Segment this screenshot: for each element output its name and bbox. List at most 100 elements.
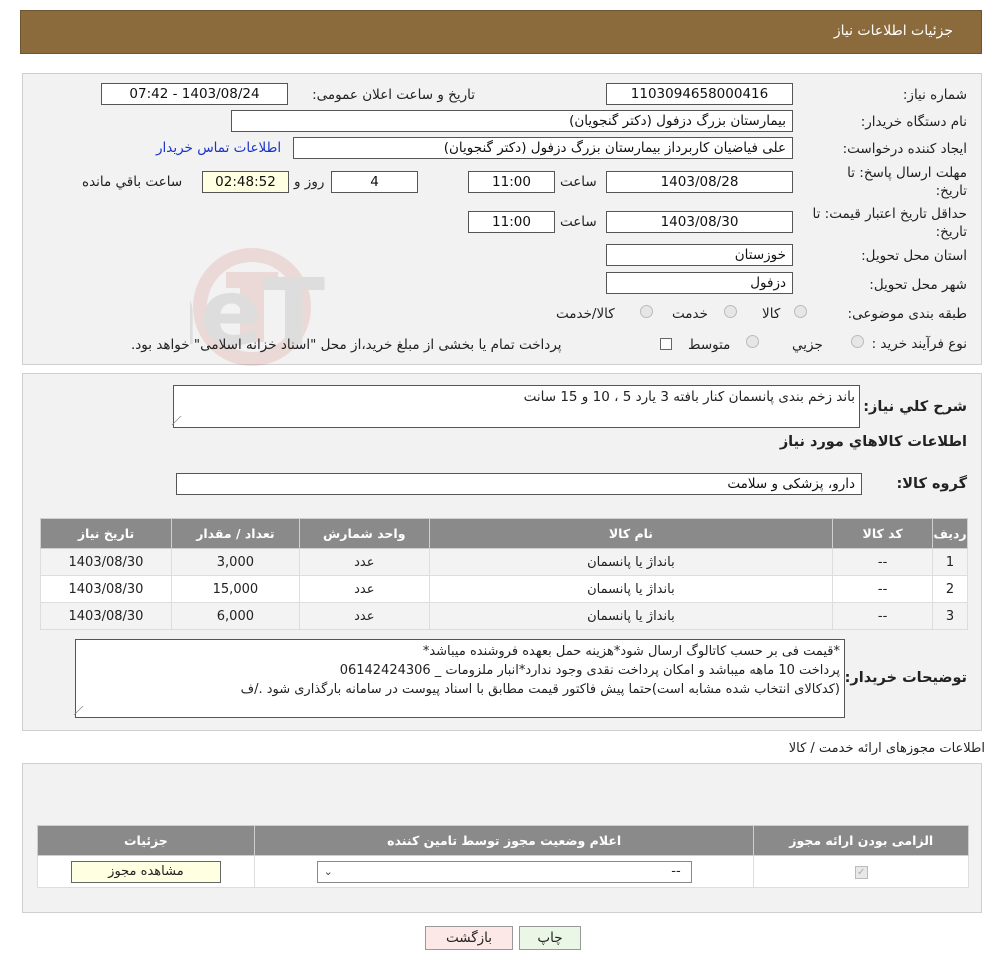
announce-label: تاریخ و ساعت اعلان عمومی: [312,87,475,103]
announce-datetime-field: 1403/08/24 - 07:42 [101,83,288,105]
goods-section-title: اطلاعات کالاهاي مورد نياز [779,434,967,450]
treasury-note: پرداخت تمام یا بخشی از مبلغ خرید،از محل … [131,337,562,353]
cell-date: 1403/08/30 [40,575,172,603]
resize-grip-icon[interactable] [171,416,190,425]
notes-line: (کدکالای انتخاب شده مشابه است)حتما پیش ف… [240,682,840,697]
buyer-notes-label: توضیحات خریدار: [844,670,967,686]
summary-textarea[interactable]: باند زخم بندی پانسمان کنار بافته 3 یارد … [171,385,860,428]
notes-line: پرداخت 10 ماهه میباشد و امکان پرداخت نقد… [339,663,840,678]
back-button[interactable]: بازگشت [425,926,513,950]
cell-qty: 3,000 [170,548,300,576]
process-label: نوع فرآیند خرید : [871,336,967,352]
cell-name: بانداژ یا پانسمان [428,602,834,630]
permits-title: اطلاعات مجوزهای ارائه خدمت / کالا [788,741,985,756]
creator-label: ایجاد کننده درخواست: [842,141,967,157]
table-row: ✓ ⌄ -- مشاهده مجوز [37,855,969,888]
days-label: روز و [294,174,325,190]
cell-code: -- [832,548,934,576]
province-field: خوزستان [606,244,793,266]
page-title: جزئیات اطلاعات نیاز [833,23,953,39]
col-name: نام کالا [428,518,834,549]
summary-label: شرح کلي نیاز: [863,399,967,415]
validity-label-date: تاریخ: [935,224,967,240]
notes-line: *قیمت فی بر حسب کاتالوگ ارسال شود*هزینه … [422,644,840,659]
category-goods-radio[interactable] [794,305,807,318]
table-row: 2 -- بانداژ یا پانسمان عدد 15,000 1403/0… [40,575,968,603]
process-medium-radio[interactable] [746,335,759,348]
table-row: 3 -- بانداژ یا پانسمان عدد 6,000 1403/08… [40,602,968,630]
cell-name: بانداژ یا پانسمان [428,548,834,576]
buyer-field: بیمارستان بزرگ دزفول (دکتر گنجویان) [231,110,793,132]
goods-group-label: گروه کالا: [896,476,967,492]
validity-time-field: 11:00 [468,211,555,233]
deadline-label: مهلت ارسال پاسخ: تا [847,165,967,181]
deadline-time-label: ساعت [560,174,597,190]
category-service-label: خدمت [672,306,708,322]
col-permit-status: اعلام وضعیت مجوز توسط تامین کننده [253,825,755,856]
category-service-radio[interactable] [724,305,737,318]
table-row: 1 -- بانداژ یا پانسمان عدد 3,000 1403/08… [40,548,968,576]
col-qty: تعداد / مقدار [170,518,300,549]
process-minor-label: جزیي [792,337,823,353]
buyer-label: نام دستگاه خریدار: [860,114,967,130]
cell-unit: عدد [298,575,430,603]
permit-status-cell: ⌄ -- [253,855,755,888]
deadline-date-field: 1403/08/28 [606,171,793,193]
category-label: طبقه بندی موضوعی: [847,306,967,322]
col-unit: واحد شمارش [298,518,430,549]
cell-qty: 6,000 [170,602,300,630]
required-checkbox[interactable]: ✓ [854,866,868,879]
cell-unit: عدد [298,548,430,576]
cell-row: 3 [932,602,968,630]
goods-group-field: دارو، پزشکی و سلامت [176,473,862,495]
city-field: دزفول [606,272,793,294]
page-header: جزئیات اطلاعات نیاز [20,10,982,54]
province-label: استان محل تحویل: [861,248,967,264]
cell-code: -- [832,602,934,630]
need-number-field: 1103094658000416 [606,83,793,105]
process-minor-radio[interactable] [851,335,864,348]
buyer-notes-textarea[interactable]: *قیمت فی بر حسب کاتالوگ ارسال شود*هزینه … [73,639,845,718]
cell-date: 1403/08/30 [40,602,172,630]
cell-row: 2 [932,575,968,603]
category-both-radio[interactable] [640,305,653,318]
cell-code: -- [832,575,934,603]
chevron-down-icon: ⌄ [323,864,333,878]
deadline-label-date: تاریخ: [935,183,967,199]
col-permit-details: جزئیات [37,825,255,856]
deadline-time-field: 11:00 [468,171,555,193]
city-label: شهر محل تحویل: [869,277,967,293]
need-number-label: شماره نیاز: [902,87,967,103]
view-permit-button[interactable]: مشاهده مجوز [70,860,221,883]
cell-date: 1403/08/30 [40,548,172,576]
time-remaining-field: 02:48:52 [202,171,289,193]
validity-time-label: ساعت [560,214,597,230]
validity-date-field: 1403/08/30 [606,211,793,233]
cell-unit: عدد [298,602,430,630]
resize-grip-icon[interactable] [73,706,92,715]
process-medium-label: متوسط [688,337,731,353]
goods-table: ردیف کد کالا نام کالا واحد شمارش تعداد /… [40,518,968,630]
col-row: ردیف [932,518,968,549]
print-button[interactable]: چاپ [519,926,581,950]
permit-status-value: -- [671,863,681,879]
col-code: کد کالا [832,518,934,549]
permits-table: الزامی بودن ارائه مجوز اعلام وضعیت مجوز … [37,825,969,888]
time-remaining-label: ساعت باقي مانده [82,174,183,190]
cell-qty: 15,000 [170,575,300,603]
category-both-label: کالا/خدمت [556,306,615,322]
permit-required-cell: ✓ [753,855,969,888]
category-goods-label: کالا [762,306,781,322]
validity-label: حداقل تاریخ اعتبار قیمت: تا [812,206,967,222]
cell-name: بانداژ یا پانسمان [428,575,834,603]
col-date: تاریخ نیاز [40,518,172,549]
cell-row: 1 [932,548,968,576]
days-remaining-field: 4 [331,171,418,193]
col-permit-required: الزامی بودن ارائه مجوز [753,825,969,856]
treasury-checkbox[interactable] [660,338,672,350]
buyer-contact-link[interactable]: اطلاعات تماس خریدار [156,140,281,156]
permit-status-select[interactable]: ⌄ -- [316,860,692,883]
creator-field: علی فیاضیان کاربرداز بیمارستان بزرگ دزفو… [293,137,793,159]
permit-details-cell: مشاهده مجوز [37,855,255,888]
summary-text: باند زخم بندی پانسمان کنار بافته 3 یارد … [523,389,855,405]
